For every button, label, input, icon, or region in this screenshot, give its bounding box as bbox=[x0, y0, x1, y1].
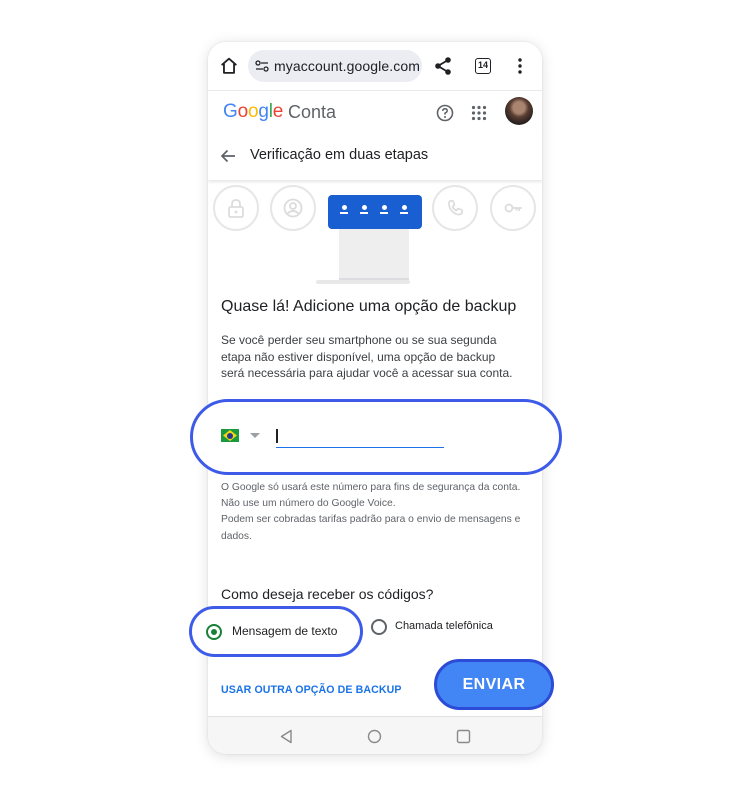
logo-letter: G bbox=[223, 101, 238, 122]
nav-back-icon[interactable] bbox=[279, 729, 294, 744]
section-title: Quase lá! Adicione uma opção de backup bbox=[221, 298, 517, 315]
back-arrow-icon[interactable] bbox=[220, 148, 236, 164]
phone-number-input[interactable] bbox=[276, 424, 444, 448]
product-name: Conta bbox=[288, 102, 337, 122]
note-standard-rates: Podem ser cobradas tarifas padrão para o… bbox=[221, 514, 521, 542]
url-text: myaccount.google.com bbox=[274, 58, 420, 74]
android-nav-bar bbox=[208, 716, 542, 754]
key-illustration-icon bbox=[490, 185, 536, 231]
browser-toolbar: myaccount.google.com 14 bbox=[208, 42, 542, 90]
page-title: Verificação em duas etapas bbox=[250, 147, 429, 163]
nav-recents-icon[interactable] bbox=[456, 729, 471, 744]
backup-illustration bbox=[208, 180, 542, 288]
share-icon[interactable] bbox=[434, 56, 452, 76]
device-shadow bbox=[316, 280, 410, 284]
radio-option-phone-call[interactable]: Chamada telefônica bbox=[371, 618, 541, 638]
address-bar[interactable]: myaccount.google.com bbox=[248, 50, 422, 82]
lock-illustration-icon bbox=[213, 185, 259, 231]
brazil-flag-icon[interactable] bbox=[221, 429, 239, 442]
text-cursor bbox=[276, 429, 278, 443]
phone-illustration-icon bbox=[432, 185, 478, 231]
radio-option-text-message[interactable]: Mensagem de texto bbox=[189, 606, 363, 657]
logo-letter: o bbox=[247, 101, 259, 122]
radio-button-unselected[interactable] bbox=[371, 619, 387, 635]
avatar[interactable] bbox=[505, 97, 533, 125]
country-dropdown-icon[interactable] bbox=[250, 433, 260, 438]
code-card-illustration bbox=[328, 195, 422, 229]
account-header: Google Conta bbox=[208, 90, 542, 132]
logo-letter: o bbox=[237, 101, 249, 122]
phone-usage-notes: O Google só usará este número para fins … bbox=[221, 480, 521, 545]
radio-label-text-message: Mensagem de texto bbox=[232, 624, 338, 638]
nav-home-icon[interactable] bbox=[367, 729, 382, 744]
site-settings-icon[interactable] bbox=[255, 59, 269, 73]
logo-letter: e bbox=[272, 101, 284, 122]
person-illustration-icon bbox=[270, 185, 316, 231]
page-header: Verificação em duas etapas bbox=[208, 132, 542, 180]
home-icon[interactable] bbox=[218, 55, 240, 77]
note-no-google-voice: Não use um número do Google Voice. bbox=[221, 498, 396, 510]
use-other-backup-link[interactable]: USAR OUTRA OPÇÃO DE BACKUP bbox=[221, 684, 402, 696]
radio-button-selected[interactable] bbox=[206, 624, 222, 640]
radio-label-phone-call: Chamada telefônica bbox=[395, 620, 493, 632]
logo-letter: g bbox=[258, 101, 269, 122]
help-icon[interactable] bbox=[436, 104, 454, 122]
phone-number-field[interactable] bbox=[190, 399, 562, 475]
google-logo[interactable]: Google bbox=[223, 101, 283, 123]
backup-description: Se você perder seu smartphone ou se sua … bbox=[221, 333, 513, 380]
delivery-question: Como deseja receber os códigos? bbox=[221, 586, 434, 602]
more-vert-icon[interactable] bbox=[517, 58, 523, 74]
send-button[interactable]: ENVIAR bbox=[434, 659, 554, 710]
tab-switcher-button[interactable]: 14 bbox=[475, 58, 491, 74]
note-security-only: O Google só usará este número para fins … bbox=[221, 482, 521, 493]
apps-grid-icon[interactable] bbox=[471, 105, 487, 121]
